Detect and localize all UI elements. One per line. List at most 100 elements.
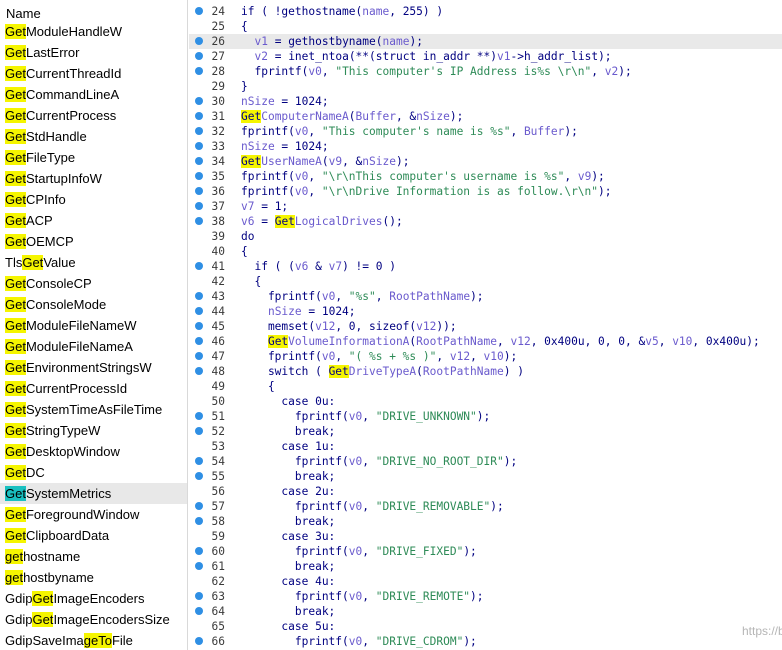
dot-icon[interactable] — [195, 457, 203, 465]
dot-icon[interactable] — [195, 217, 203, 225]
code-token[interactable]: Buffer — [356, 110, 396, 123]
function-list-item[interactable]: GetCPInfo — [0, 189, 187, 210]
function-list-item[interactable]: GetEnvironmentStringsW — [0, 357, 187, 378]
code-line[interactable]: 45 memset(v12, 0, sizeof(v12)); — [189, 319, 782, 334]
code-token[interactable]: v0 — [349, 410, 362, 423]
code-line[interactable]: 30 nSize = 1024; — [189, 94, 782, 109]
code-token[interactable]: v0 — [295, 170, 308, 183]
code-token[interactable]: name — [383, 35, 410, 48]
function-list-item[interactable]: GetStdHandle — [0, 126, 187, 147]
code-token[interactable]: RootPathName — [423, 365, 504, 378]
dot-icon[interactable] — [195, 307, 203, 315]
code-token[interactable]: nSize — [416, 110, 450, 123]
dot-icon[interactable] — [195, 262, 203, 270]
code-token[interactable]: name — [362, 5, 389, 18]
function-list-item[interactable]: GetClipboardData — [0, 525, 187, 546]
dot-icon[interactable] — [195, 127, 203, 135]
name-column-header[interactable]: Name — [0, 0, 187, 21]
code-token[interactable]: UserNameA — [261, 155, 322, 168]
dot-icon[interactable] — [195, 472, 203, 480]
code-line[interactable]: 37 v7 = 1; — [189, 199, 782, 214]
function-list-item[interactable]: GetForegroundWindow — [0, 504, 187, 525]
code-token[interactable]: Get — [241, 110, 262, 123]
code-token[interactable]: Get — [328, 365, 349, 378]
dot-icon[interactable] — [195, 562, 203, 570]
dot-icon[interactable] — [195, 112, 203, 120]
code-token[interactable]: v1 — [497, 50, 510, 63]
dot-icon[interactable] — [195, 142, 203, 150]
code-line[interactable]: 48 switch ( GetDriveTypeA(RootPathName) … — [189, 364, 782, 379]
code-line[interactable]: 32 fprintf(v0, "This computer's name is %… — [189, 124, 782, 139]
dot-icon[interactable] — [195, 67, 203, 75]
code-line[interactable]: 42 { — [189, 274, 782, 289]
code-token[interactable]: v0 — [322, 350, 335, 363]
code-line[interactable]: 58 break; — [189, 514, 782, 529]
code-token[interactable]: v1 — [254, 35, 267, 48]
function-list-item[interactable]: TlsGetValue — [0, 252, 187, 273]
code-token[interactable]: nSize — [268, 305, 302, 318]
function-list-item[interactable]: gethostname — [0, 546, 187, 567]
code-token[interactable]: v7 — [241, 200, 254, 213]
dot-icon[interactable] — [195, 547, 203, 555]
function-list-item[interactable]: GdipGetImageEncoders — [0, 588, 187, 609]
function-list-item[interactable]: GetDC — [0, 462, 187, 483]
dot-icon[interactable] — [195, 52, 203, 60]
code-token[interactable]: nSize — [241, 140, 275, 153]
code-token[interactable]: v9 — [578, 170, 591, 183]
dot-icon[interactable] — [195, 37, 203, 45]
code-line[interactable]: 51 fprintf(v0, "DRIVE_UNKNOWN"); — [189, 409, 782, 424]
code-token[interactable]: nSize — [362, 155, 396, 168]
code-line[interactable]: 60 fprintf(v0, "DRIVE_FIXED"); — [189, 544, 782, 559]
code-line[interactable]: 54 fprintf(v0, "DRIVE_NO_ROOT_DIR"); — [189, 454, 782, 469]
code-token[interactable]: v9 — [329, 155, 342, 168]
function-list-item[interactable]: GetModuleHandleW — [0, 21, 187, 42]
code-line[interactable]: 46 GetVolumeInformationA(RootPathName, v… — [189, 334, 782, 349]
code-line[interactable]: 34 GetUserNameA(v9, &nSize); — [189, 154, 782, 169]
code-token[interactable]: v0 — [349, 455, 362, 468]
code-token[interactable]: VolumeInformationA — [288, 335, 409, 348]
code-token[interactable]: Get — [267, 335, 289, 348]
dot-icon[interactable] — [195, 172, 203, 180]
dot-icon[interactable] — [195, 157, 203, 165]
function-list-item[interactable]: GetCommandLineA — [0, 84, 187, 105]
function-list-item[interactable]: GetSystemMetrics — [0, 483, 187, 504]
code-line[interactable]: 53 case 1u: — [189, 439, 782, 454]
code-line[interactable]: 33 nSize = 1024; — [189, 139, 782, 154]
code-line[interactable]: 66 fprintf(v0, "DRIVE_CDROM"); — [189, 634, 782, 649]
code-line[interactable]: 62 case 4u: — [189, 574, 782, 589]
code-line[interactable]: 52 break; — [189, 424, 782, 439]
code-line[interactable]: 43 fprintf(v0, "%s", RootPathName); — [189, 289, 782, 304]
code-token[interactable]: v0 — [322, 290, 335, 303]
function-list-item[interactable]: gethostbyname — [0, 567, 187, 588]
function-list-item[interactable]: GetModuleFileNameA — [0, 336, 187, 357]
code-line[interactable]: 49 { — [189, 379, 782, 394]
code-line[interactable]: 38 v6 = GetLogicalDrives(); — [189, 214, 782, 229]
code-token[interactable]: v10 — [484, 350, 504, 363]
code-line[interactable]: 40 { — [189, 244, 782, 259]
function-list-item[interactable]: GetConsoleCP — [0, 273, 187, 294]
code-token[interactable]: Get — [274, 215, 295, 228]
code-token[interactable]: Buffer — [524, 125, 564, 138]
code-token[interactable]: ComputerNameA — [261, 110, 349, 123]
code-line[interactable]: 44 nSize = 1024; — [189, 304, 782, 319]
code-line[interactable]: 41 if ( (v6 & v7) != 0 ) — [189, 259, 782, 274]
code-token[interactable]: v0 — [349, 545, 362, 558]
dot-icon[interactable] — [195, 367, 203, 375]
code-token[interactable]: RootPathName — [416, 335, 497, 348]
code-token[interactable]: v12 — [510, 335, 530, 348]
code-line[interactable]: 61 break; — [189, 559, 782, 574]
code-token[interactable]: DriveTypeA — [349, 365, 416, 378]
code-token[interactable]: v0 — [295, 125, 308, 138]
dot-icon[interactable] — [195, 412, 203, 420]
code-token[interactable]: LogicalDrives — [295, 215, 383, 228]
code-token[interactable]: Get — [241, 155, 262, 168]
code-token[interactable]: v2 — [605, 65, 618, 78]
code-token[interactable]: v7 — [329, 260, 342, 273]
function-list-item[interactable]: GetFileType — [0, 147, 187, 168]
code-line[interactable]: 29} — [189, 79, 782, 94]
code-token[interactable]: v5 — [645, 335, 658, 348]
dot-icon[interactable] — [195, 337, 203, 345]
function-list-item[interactable]: GetCurrentProcessId — [0, 378, 187, 399]
code-line[interactable]: 63 fprintf(v0, "DRIVE_REMOTE"); — [189, 589, 782, 604]
code-token[interactable]: v6 — [241, 215, 254, 228]
